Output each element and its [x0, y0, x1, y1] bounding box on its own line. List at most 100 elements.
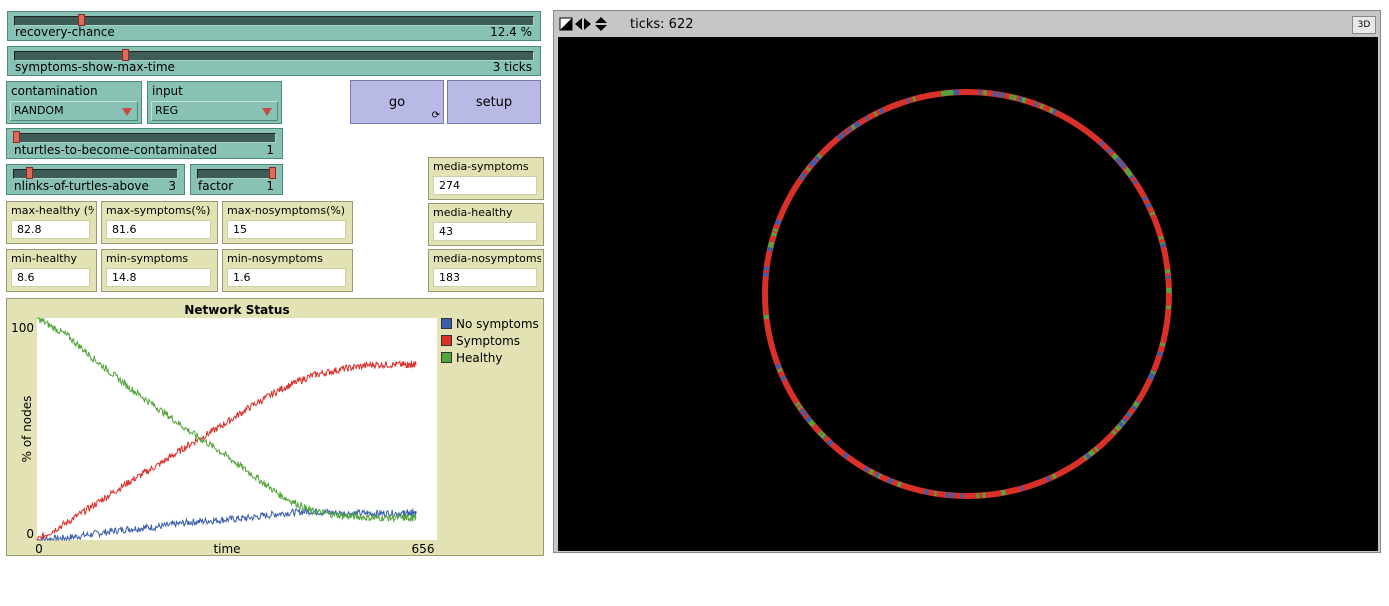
ring-node [805, 415, 811, 422]
view-resize-icon[interactable] [559, 17, 573, 31]
ticks-counter: ticks: 622 [630, 17, 694, 32]
ring-node [1111, 152, 1117, 159]
ring-node [1012, 94, 1018, 101]
legend-item-healthy: Healthy [441, 351, 503, 367]
monitor-value: 82.8 [17, 223, 42, 236]
monitor-label: min-symptoms [106, 252, 189, 265]
monitor-value: 183 [439, 271, 460, 284]
legend-swatch [441, 352, 452, 363]
legend-label: No symptoms [456, 317, 539, 331]
ring-node [906, 98, 910, 104]
ring-node [801, 411, 808, 417]
ring-node [1124, 169, 1132, 176]
monitor-value-box: 43 [433, 222, 537, 241]
ring-node [797, 405, 803, 411]
y-tick-label-max: 100 [11, 321, 34, 335]
ring-node [1117, 160, 1125, 167]
media-nosymptoms-monitor: media-nosymptoms 183 [428, 249, 544, 292]
world-view[interactable]: ticks: 622 3D [553, 10, 1381, 553]
chooser-label: contamination [11, 84, 98, 98]
ring-node [794, 401, 801, 407]
chooser-selected-value: REG [155, 104, 179, 117]
setup-button[interactable]: setup [447, 80, 541, 124]
monitor-label: max-nosymptoms(%) [227, 204, 346, 217]
input-chooser[interactable]: input REG [147, 81, 282, 124]
ring-node [1149, 211, 1156, 216]
ring-node [1114, 156, 1122, 163]
ring-node [1039, 103, 1045, 110]
ring-node [1118, 421, 1125, 428]
slider-label: factor [198, 179, 234, 193]
contamination-dropdown[interactable]: RANDOM [10, 101, 138, 121]
ring-node [1160, 242, 1166, 248]
slider-track[interactable] [13, 133, 276, 143]
view-vertical-arrows-icon[interactable] [595, 17, 607, 31]
3d-view-button[interactable]: 3D [1352, 16, 1376, 34]
ring-node [820, 432, 827, 439]
ring-node [798, 175, 805, 181]
ring-node [887, 477, 893, 484]
ring-node [850, 124, 856, 130]
ring-node [799, 408, 806, 414]
setup-button-label: setup [475, 94, 513, 110]
nlinks-of-turtles-above-slider[interactable]: nlinks-of-turtles-above 3 [6, 164, 185, 195]
nturtles-to-become-contaminated-slider[interactable]: nturtles-to-become-contaminated 1 [6, 128, 283, 159]
media-symptoms-monitor: media-symptoms 274 [428, 157, 544, 200]
monitor-value-box: 274 [433, 176, 537, 195]
ring-node [1133, 401, 1140, 407]
ring-node [1145, 202, 1152, 209]
monitor-value: 81.6 [112, 223, 137, 236]
ring-node [912, 96, 917, 102]
ring-node [1045, 475, 1052, 482]
min-symptoms-monitor: min-symptoms 14.8 [101, 249, 218, 292]
ring-node [855, 120, 861, 127]
legend-label: Symptoms [456, 334, 521, 348]
view-horizontal-arrows-icon[interactable] [575, 18, 591, 30]
ring-node [924, 489, 930, 495]
slider-value: 12.4 % [490, 25, 532, 39]
ring-node [814, 155, 821, 162]
ring-node [863, 466, 870, 473]
factor-slider[interactable]: factor 1 [190, 164, 283, 195]
ring-node [800, 171, 807, 178]
monitor-label: media-symptoms [433, 160, 529, 173]
slider-thumb[interactable] [269, 167, 276, 179]
legend-item-no-symptoms: No symptoms [441, 317, 539, 333]
input-dropdown[interactable]: REG [151, 101, 278, 121]
monitor-value-box: 1.6 [227, 268, 346, 287]
ring-node [772, 228, 779, 233]
recovery-chance-slider[interactable]: recovery-chance 12.4 % [7, 11, 541, 41]
min-nosymptoms-monitor: min-nosymptoms 1.6 [222, 249, 353, 292]
ring-node [1093, 446, 1099, 452]
ring-node [1128, 174, 1135, 180]
dropdown-arrow-icon [262, 108, 272, 116]
slider-thumb[interactable] [13, 131, 20, 143]
ring-node [868, 468, 875, 476]
ring-node [846, 126, 852, 133]
ring-node [878, 107, 885, 115]
slider-track[interactable] [197, 169, 276, 179]
monitor-label: max-healthy (% [11, 204, 94, 217]
slider-label: symptoms-show-max-time [15, 60, 175, 74]
plot-area [37, 318, 437, 540]
symptoms-show-max-time-slider[interactable]: symptoms-show-max-time 3 ticks [7, 46, 541, 76]
slider-label: nlinks-of-turtles-above [14, 179, 149, 193]
slider-track[interactable] [13, 169, 178, 179]
min-healthy-monitor: min-healthy 8.6 [6, 249, 97, 292]
ring-node [1106, 147, 1113, 154]
ring-node [1099, 140, 1105, 147]
slider-thumb[interactable] [25, 167, 33, 179]
ring-node [816, 153, 823, 159]
monitor-label: media-nosymptoms [433, 252, 541, 265]
go-button[interactable]: go ⟳ [350, 80, 444, 124]
ring-node [1126, 171, 1133, 178]
monitor-value-box: 8.6 [11, 268, 90, 287]
monitor-label: min-healthy [11, 252, 78, 265]
contamination-chooser[interactable]: contamination RANDOM [6, 81, 142, 124]
ring-node [1131, 405, 1137, 411]
ring-node [841, 130, 847, 137]
ring-node [826, 439, 834, 446]
ring-node [1008, 94, 1014, 100]
slider-value: 1 [266, 179, 274, 193]
world-canvas[interactable] [558, 37, 1378, 551]
